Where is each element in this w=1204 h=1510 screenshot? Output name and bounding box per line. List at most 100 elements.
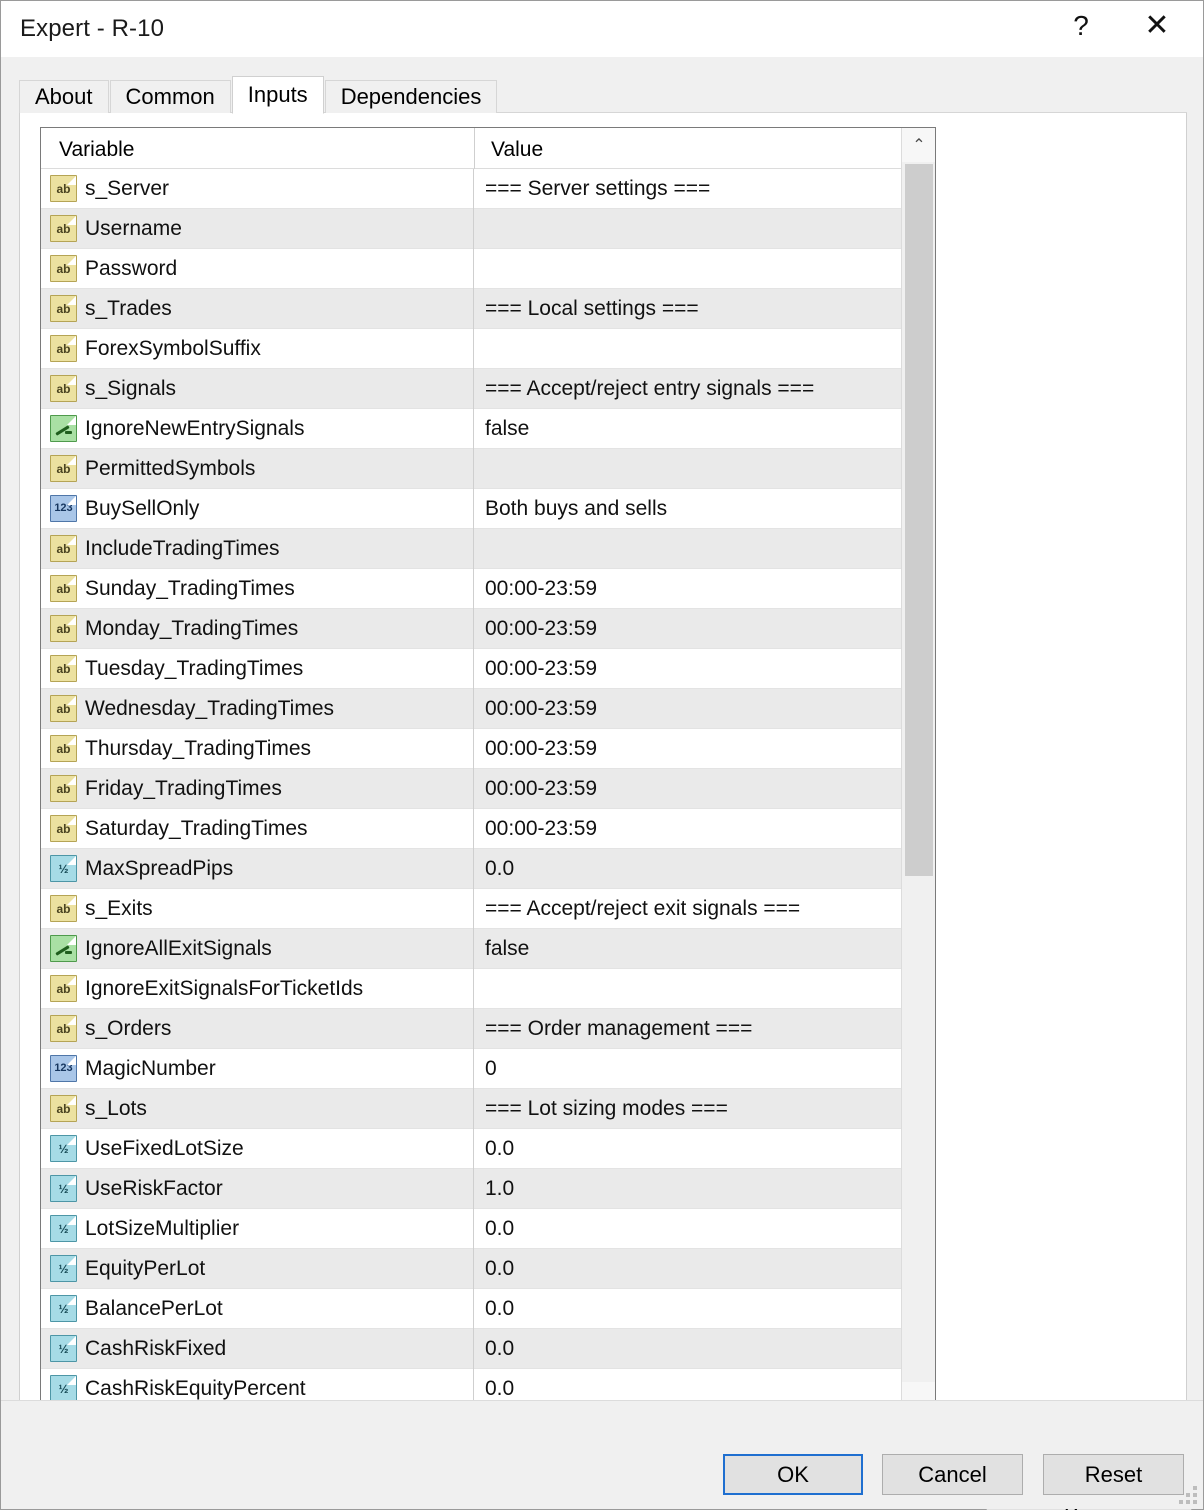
tab-dependencies[interactable]: Dependencies (324, 80, 498, 113)
value-cell[interactable]: 00:00-23:59 (474, 617, 597, 641)
table-row[interactable]: ab IncludeTradingTimes (41, 528, 935, 569)
tab-strip-area: About Common Inputs Dependencies Variabl… (1, 57, 1203, 1510)
variable-name: PermittedSymbols (85, 456, 256, 480)
value-cell[interactable]: 0.0 (474, 1137, 514, 1161)
scroll-up-icon[interactable]: ⌃ (902, 128, 935, 162)
value-cell[interactable]: false (474, 937, 529, 961)
variable-name: s_Signals (85, 376, 177, 400)
table-row[interactable]: ½ MaxSpreadPips 0.0 (41, 848, 935, 889)
value-cell[interactable]: === Server settings === (474, 177, 710, 201)
table-row[interactable]: ½ UseFixedLotSize 0.0 (41, 1128, 935, 1169)
value-cell[interactable]: false (474, 417, 529, 441)
variable-cell: ab PermittedSymbols (41, 448, 474, 489)
resize-grip-icon[interactable] (1179, 1486, 1197, 1504)
value-cell[interactable]: === Order management === (474, 1017, 752, 1041)
table-row[interactable]: 123 BuySellOnly Both buys and sells (41, 488, 935, 529)
variable-cell: ab Tuesday_TradingTimes (41, 648, 474, 689)
table-row[interactable]: IgnoreNewEntrySignals false (41, 408, 935, 449)
table-row[interactable]: ab s_Lots === Lot sizing modes === (41, 1088, 935, 1129)
table-row[interactable]: ab Thursday_TradingTimes 00:00-23:59 (41, 728, 935, 769)
table-row[interactable]: ab Monday_TradingTimes 00:00-23:59 (41, 608, 935, 649)
table-row[interactable]: ½ BalancePerLot 0.0 (41, 1288, 935, 1329)
value-cell[interactable]: === Accept/reject entry signals === (474, 377, 814, 401)
table-row[interactable]: ½ LotSizeMultiplier 0.0 (41, 1208, 935, 1249)
table-row[interactable]: ab Wednesday_TradingTimes 00:00-23:59 (41, 688, 935, 729)
variable-name: ForexSymbolSuffix (85, 336, 261, 360)
table-row[interactable]: ab Sunday_TradingTimes 00:00-23:59 (41, 568, 935, 609)
value-cell[interactable]: 0.0 (474, 1257, 514, 1281)
header-column-divider (474, 128, 475, 169)
table-row[interactable]: ab PermittedSymbols (41, 448, 935, 489)
variable-cell: ab Password (41, 248, 474, 289)
value-cell[interactable]: 0.0 (474, 1217, 514, 1241)
variable-cell: ½ CashRiskFixed (41, 1328, 474, 1369)
value-cell[interactable]: Both buys and sells (474, 497, 667, 521)
cancel-button[interactable]: Cancel (882, 1454, 1023, 1495)
window-title: Expert - R-10 (20, 15, 165, 42)
scrollbar-thumb[interactable] (905, 164, 933, 876)
string-icon: ab (50, 695, 77, 722)
tab-inputs[interactable]: Inputs (231, 76, 324, 114)
table-row[interactable]: ab s_Trades === Local settings === (41, 288, 935, 329)
variable-cell: ½ EquityPerLot (41, 1248, 474, 1289)
value-cell[interactable]: 00:00-23:59 (474, 657, 597, 681)
table-row[interactable]: IgnoreAllExitSignals false (41, 928, 935, 969)
value-cell[interactable]: 00:00-23:59 (474, 817, 597, 841)
variable-cell: ab IgnoreExitSignalsForTicketIds (41, 968, 474, 1009)
variable-cell: ab IncludeTradingTimes (41, 528, 474, 569)
value-cell[interactable]: 00:00-23:59 (474, 577, 597, 601)
list-scrollbar[interactable]: ⌃ ⌄ (901, 128, 935, 1416)
table-row[interactable]: ab s_Server === Server settings === (41, 168, 935, 209)
string-icon: ab (50, 175, 77, 202)
value-cell[interactable]: === Accept/reject exit signals === (474, 897, 800, 921)
reset-button[interactable]: Reset (1043, 1454, 1184, 1495)
value-cell[interactable]: 0.0 (474, 1337, 514, 1361)
ok-button[interactable]: OK (723, 1454, 863, 1495)
table-row[interactable]: 123 MagicNumber 0 (41, 1048, 935, 1089)
value-cell[interactable]: 1.0 (474, 1177, 514, 1201)
inputs-tab-page: Variable Value ab s_Server === Server sett… (19, 113, 1192, 1510)
table-row[interactable]: ab ForexSymbolSuffix (41, 328, 935, 369)
help-icon[interactable]: ? (1049, 1, 1113, 51)
table-row[interactable]: ab Password (41, 248, 935, 289)
double-icon: ½ (50, 855, 77, 882)
value-cell[interactable]: 00:00-23:59 (474, 737, 597, 761)
value-cell[interactable]: 0 (474, 1057, 497, 1081)
variable-name: IncludeTradingTimes (85, 536, 280, 560)
value-cell[interactable]: === Local settings === (474, 297, 699, 321)
value-cell[interactable]: === Lot sizing modes === (474, 1097, 728, 1121)
value-cell[interactable]: 0.0 (474, 857, 514, 881)
value-cell[interactable]: 00:00-23:59 (474, 777, 597, 801)
variable-name: s_Lots (85, 1096, 147, 1120)
table-row[interactable]: ab s_Orders === Order management === (41, 1008, 935, 1049)
table-row[interactable]: ab Tuesday_TradingTimes 00:00-23:59 (41, 648, 935, 689)
tab-about[interactable]: About (19, 80, 109, 113)
variable-name: Password (85, 256, 178, 280)
variable-name: UseFixedLotSize (85, 1136, 244, 1160)
string-icon: ab (50, 215, 77, 242)
value-cell[interactable]: 0.0 (474, 1297, 514, 1321)
table-row[interactable]: ab Friday_TradingTimes 00:00-23:59 (41, 768, 935, 809)
variable-name: Tuesday_TradingTimes (85, 656, 304, 680)
table-row[interactable]: ab IgnoreExitSignalsForTicketIds (41, 968, 935, 1009)
table-row[interactable]: ab s_Signals === Accept/reject entry signa… (41, 368, 935, 409)
tab-common[interactable]: Common (109, 80, 231, 113)
variable-cell: ab Thursday_TradingTimes (41, 728, 474, 769)
table-row[interactable]: ½ CashRiskFixed 0.0 (41, 1328, 935, 1369)
inputs-list[interactable]: Variable Value ab s_Server === Server sett… (40, 127, 936, 1417)
table-row[interactable]: ab Username (41, 208, 935, 249)
table-row[interactable]: ½ UseRiskFactor 1.0 (41, 1168, 935, 1209)
list-rows: ab s_Server === Server settings === ab Usern… (41, 168, 935, 1409)
table-row[interactable]: ab s_Exits === Accept/reject exit signals … (41, 888, 935, 929)
value-cell[interactable]: 00:00-23:59 (474, 697, 597, 721)
variable-name: CashRiskFixed (85, 1336, 227, 1360)
variable-name: MagicNumber (85, 1056, 216, 1080)
variable-name: BalancePerLot (85, 1296, 223, 1320)
table-row[interactable]: ab Saturday_TradingTimes 00:00-23:59 (41, 808, 935, 849)
variable-cell: ½ LotSizeMultiplier (41, 1208, 474, 1249)
close-icon[interactable]: ✕ (1125, 1, 1189, 51)
variable-name: s_Exits (85, 896, 153, 920)
value-cell[interactable]: 0.0 (474, 1377, 514, 1401)
double-icon: ½ (50, 1255, 77, 1282)
table-row[interactable]: ½ EquityPerLot 0.0 (41, 1248, 935, 1289)
